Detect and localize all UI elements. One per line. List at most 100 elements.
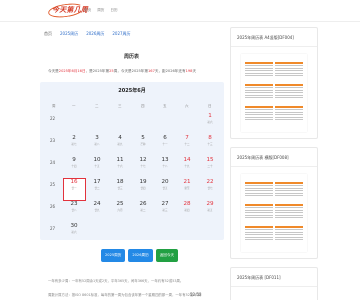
lunar-date: 十七	[140, 165, 146, 168]
day-number: 15	[206, 157, 214, 163]
calendar-thumbnail[interactable]	[241, 174, 307, 252]
day-number: 14	[183, 157, 191, 163]
divider	[231, 286, 317, 287]
day-number: 12	[139, 157, 147, 163]
page-title: 周历表	[124, 54, 140, 60]
site-logo[interactable]: 今天第几周	[47, 1, 88, 20]
day-cell[interactable]: 23 廿八	[64, 201, 84, 212]
week-number-cell: 23	[50, 138, 56, 143]
lunar-date: 夏至	[184, 187, 190, 190]
sidebar-card-df004[interactable]: 2025年周历表 A4竖版[DF004]	[230, 27, 318, 139]
day-cell[interactable]: 15 二十	[200, 157, 220, 168]
sidebar-card-df011[interactable]: 2025年周历表 [DF011]	[230, 267, 318, 300]
nav-item-calendar[interactable]: 日历	[110, 8, 117, 13]
thumbnail-month	[275, 182, 303, 199]
lunar-date: 初七	[71, 143, 77, 146]
divider	[231, 46, 317, 47]
weekday-header: 日	[208, 104, 212, 108]
card-title[interactable]: 2025年周历表 横版[DF008]	[237, 155, 289, 161]
day-cell[interactable]: 4 初九	[110, 135, 130, 146]
day-cell[interactable]: 20 廿五	[155, 179, 175, 190]
lunar-date: 初九	[117, 143, 123, 146]
thumbnail-month	[275, 204, 303, 221]
breadcrumb-link-2027[interactable]: 2027周历	[112, 31, 130, 37]
nav-item-home[interactable]: 首页	[84, 8, 91, 13]
calendar-title: 2025年6月	[118, 88, 146, 94]
day-number: 18	[116, 179, 124, 185]
day-cell[interactable]: 10 十五	[87, 157, 107, 168]
card-title[interactable]: 2025年周历表 A4竖版[DF004]	[237, 35, 294, 41]
day-cell[interactable]: 14 十九	[177, 157, 197, 168]
lunar-date: 廿二	[94, 187, 100, 190]
lunar-date: 初五	[207, 209, 213, 212]
lunar-date: 初八	[94, 143, 100, 146]
prev-year-button[interactable]: 2025周历	[101, 249, 126, 262]
month-calendar: 2025年6月 周 一 二 三 四 五 六 日 22 1 初六 23 2 初七 3 初八 4 初九 5 芒种 6 十一 7 十…	[40, 82, 224, 240]
day-cell[interactable]: 1 初六	[200, 113, 220, 124]
back-today-button[interactable]: 返回今天	[155, 249, 179, 262]
lunar-date: 初六	[71, 231, 77, 234]
day-cell[interactable]: 30 初六	[64, 223, 84, 234]
day-number: 9	[72, 157, 76, 163]
thumbnail-month	[245, 204, 273, 221]
day-cell[interactable]: 16 廿一	[64, 179, 84, 190]
lunar-date: 芒种	[140, 143, 146, 146]
day-number: 8	[208, 135, 212, 141]
day-cell[interactable]: 6 十一	[155, 135, 175, 146]
day-cell[interactable]: 18 廿三	[110, 179, 130, 190]
day-cell[interactable]: 27 初三	[155, 201, 175, 212]
year-buttons: 2025周历 2026周历 返回今天	[101, 249, 179, 262]
thumbnail-month	[245, 62, 273, 79]
lunar-date: 十四	[71, 165, 77, 168]
day-of-year: 167	[148, 69, 155, 73]
breadcrumb-link-2026[interactable]: 2026周历	[86, 31, 104, 37]
lunar-date: 十二	[184, 143, 190, 146]
day-cell[interactable]: 2 初七	[64, 135, 84, 146]
calendar-thumbnail[interactable]	[241, 54, 307, 132]
day-number: 24	[93, 201, 101, 207]
lunar-date: 廿七	[207, 187, 213, 190]
day-cell[interactable]: 26 初二	[133, 201, 153, 212]
sidebar-card-df008[interactable]: 2025年周历表 横版[DF008]	[230, 147, 318, 259]
today-info: 今天是2025年6月16日，是2025年第25周，今天是2025年第167天，距…	[48, 69, 197, 73]
day-number: 4	[118, 135, 122, 141]
card-title[interactable]: 2025年周历表 [DF011]	[237, 275, 281, 281]
lunar-date: 廿一	[71, 187, 77, 190]
week-number-cell: 24	[50, 160, 56, 165]
weekday-header: 周	[52, 104, 56, 108]
day-number: 23	[70, 201, 78, 207]
day-cell[interactable]: 17 廿二	[87, 179, 107, 190]
next-year-button[interactable]: 2026周历	[128, 249, 153, 262]
day-cell[interactable]: 5 芒种	[133, 135, 153, 146]
weekday-header: 六	[185, 104, 189, 108]
breadcrumb-link-2025[interactable]: 2025周历	[60, 31, 78, 37]
breadcrumb-home[interactable]: 首页	[44, 31, 52, 37]
day-cell[interactable]: 28 初四	[177, 201, 197, 212]
nav-item-weekly[interactable]: 周历	[97, 8, 104, 13]
day-number: 19	[139, 179, 147, 185]
day-number: 6	[163, 135, 167, 141]
day-number: 26	[139, 201, 147, 207]
day-cell[interactable]: 25 六月	[110, 201, 130, 212]
lunar-date: 廿九	[94, 209, 100, 212]
day-cell[interactable]: 21 夏至	[177, 179, 197, 190]
day-cell[interactable]: 13 十八	[155, 157, 175, 168]
day-cell[interactable]: 3 初八	[87, 135, 107, 146]
day-cell[interactable]: 7 十二	[177, 135, 197, 146]
day-cell[interactable]: 11 十六	[110, 157, 130, 168]
day-cell[interactable]: 24 廿九	[87, 201, 107, 212]
day-number: 25	[116, 201, 124, 207]
day-cell[interactable]: 19 廿四	[133, 179, 153, 190]
bottom-note-1: 一年有多少周：一年有52周余1天或2天，平年365天，闰年366天，一年约有52…	[48, 279, 184, 283]
day-cell[interactable]: 29 初五	[200, 201, 220, 212]
lunar-date: 初四	[184, 209, 190, 212]
week-number-cell: 27	[50, 226, 56, 231]
lunar-date: 六月	[117, 209, 123, 212]
thumbnail-month	[245, 226, 273, 243]
day-cell[interactable]: 12 十七	[133, 157, 153, 168]
week-number-cell: 22	[50, 116, 56, 121]
day-cell[interactable]: 8 十三	[200, 135, 220, 146]
day-cell[interactable]: 9 十四	[64, 157, 84, 168]
lunar-date: 初三	[162, 209, 168, 212]
day-cell[interactable]: 22 廿七	[200, 179, 220, 190]
